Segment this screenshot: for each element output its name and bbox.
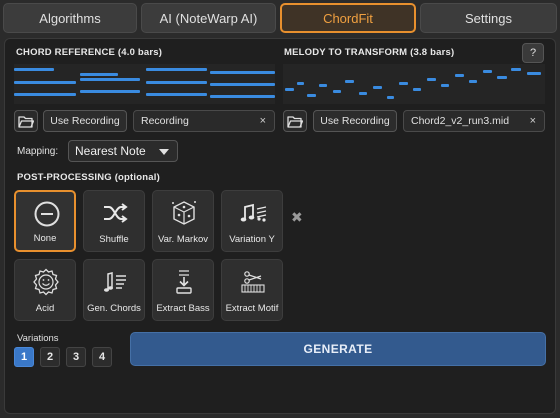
post-option-label: Extract Motif <box>225 303 279 314</box>
roll-note <box>210 71 275 74</box>
chord-source-value: Recording <box>141 115 189 127</box>
post-processing-title: POST-PROCESSING (optional) <box>17 172 160 183</box>
acid-smiley-icon <box>33 268 59 296</box>
roll-note <box>210 95 275 98</box>
variation-2-button[interactable]: 2 <box>40 347 60 367</box>
roll-note <box>497 76 507 79</box>
post-option-label: Acid <box>35 303 55 314</box>
post-option-label: Variation Y <box>229 234 275 245</box>
post-option-shuffle[interactable]: Shuffle <box>83 190 145 252</box>
post-option-variation-y[interactable]: Variation Y <box>221 190 283 252</box>
melody-source-value: Chord2_v2_run3.mid <box>411 115 510 127</box>
folder-icon <box>18 115 34 128</box>
roll-note <box>399 82 408 85</box>
melody-use-recording-button[interactable]: Use Recording <box>313 110 397 132</box>
roll-note <box>146 68 207 71</box>
tab-settings[interactable]: Settings <box>420 3 557 33</box>
roll-note <box>511 68 521 71</box>
chord-reference-title: CHORD REFERENCE (4.0 bars) <box>16 47 163 58</box>
variation-4-button[interactable]: 4 <box>92 347 112 367</box>
post-option-gen-chords[interactable]: Gen. Chords <box>83 259 145 321</box>
chord-notes-icon <box>104 272 126 292</box>
mapping-select[interactable]: Nearest Note <box>68 140 178 162</box>
music-notes-icon <box>240 203 267 222</box>
post-option-var-markov[interactable]: Var. Markov <box>152 190 214 252</box>
markov-cube-icon <box>172 201 196 225</box>
roll-note <box>359 92 367 95</box>
tab-bar: Algorithms AI (NoteWarp AI) ChordFit Set… <box>0 0 560 36</box>
chord-open-folder-button[interactable] <box>14 110 38 132</box>
roll-note <box>413 88 421 91</box>
help-button[interactable]: ? <box>522 43 544 63</box>
post-option-label: Var. Markov <box>158 234 208 245</box>
tab-ai-notewarp[interactable]: AI (NoteWarp AI) <box>141 3 276 33</box>
roll-note <box>14 81 76 84</box>
roll-note <box>427 78 436 81</box>
post-option-label: Extract Bass <box>156 303 210 314</box>
roll-note <box>80 90 140 93</box>
post-option-acid[interactable]: Acid <box>14 259 76 321</box>
roll-note <box>80 73 118 76</box>
roll-note <box>307 94 316 97</box>
melody-title: MELODY TO TRANSFORM (3.8 bars) <box>284 47 455 58</box>
roll-note <box>14 68 54 71</box>
roll-note <box>319 84 327 87</box>
melody-roll <box>283 64 545 104</box>
chord-clear-icon[interactable]: × <box>260 115 266 127</box>
roll-note <box>455 74 464 77</box>
roll-note <box>333 90 341 93</box>
extract-motif-icon <box>241 271 265 293</box>
folder-icon <box>287 115 303 128</box>
post-option-none[interactable]: None <box>14 190 76 252</box>
mapping-label: Mapping: <box>17 146 59 157</box>
variations-label: Variations <box>17 333 59 344</box>
roll-note <box>387 96 394 99</box>
roll-note <box>80 78 140 81</box>
post-option-label: None <box>33 233 57 244</box>
melody-source-field[interactable]: Chord2_v2_run3.mid × <box>403 110 545 132</box>
roll-note <box>345 80 354 83</box>
roll-note <box>469 80 477 83</box>
tab-chordfit[interactable]: ChordFit <box>280 3 416 33</box>
roll-note <box>483 70 492 73</box>
mapping-value: Nearest Note <box>75 144 146 158</box>
roll-note <box>285 88 294 91</box>
shuffle-icon <box>104 203 128 223</box>
roll-note <box>297 82 304 85</box>
generate-button[interactable]: GENERATE <box>130 332 546 366</box>
chord-use-recording-button[interactable]: Use Recording <box>43 110 127 132</box>
chevron-down-icon <box>159 149 169 155</box>
melody-open-folder-button[interactable] <box>283 110 307 132</box>
roll-note <box>373 86 382 89</box>
variation-1-button[interactable]: 1 <box>14 347 34 367</box>
chord-source-field[interactable]: Recording × <box>133 110 275 132</box>
roll-note <box>146 93 207 96</box>
roll-note <box>527 72 541 75</box>
post-option-label: Gen. Chords <box>87 303 141 314</box>
roll-note <box>441 84 449 87</box>
extract-bass-icon <box>176 270 192 294</box>
clear-post-processing-icon[interactable]: ✖ <box>291 209 303 226</box>
post-option-extract-bass[interactable]: Extract Bass <box>152 259 214 321</box>
chord-reference-roll <box>14 64 275 104</box>
tab-algorithms[interactable]: Algorithms <box>3 3 137 33</box>
variation-3-button[interactable]: 3 <box>66 347 86 367</box>
minus-circle-icon <box>34 201 60 227</box>
post-option-extract-motif[interactable]: Extract Motif <box>221 259 283 321</box>
roll-note <box>14 93 76 96</box>
roll-note <box>146 81 207 84</box>
roll-note <box>210 83 275 86</box>
melody-clear-icon[interactable]: × <box>530 115 536 127</box>
post-option-label: Shuffle <box>99 234 129 245</box>
